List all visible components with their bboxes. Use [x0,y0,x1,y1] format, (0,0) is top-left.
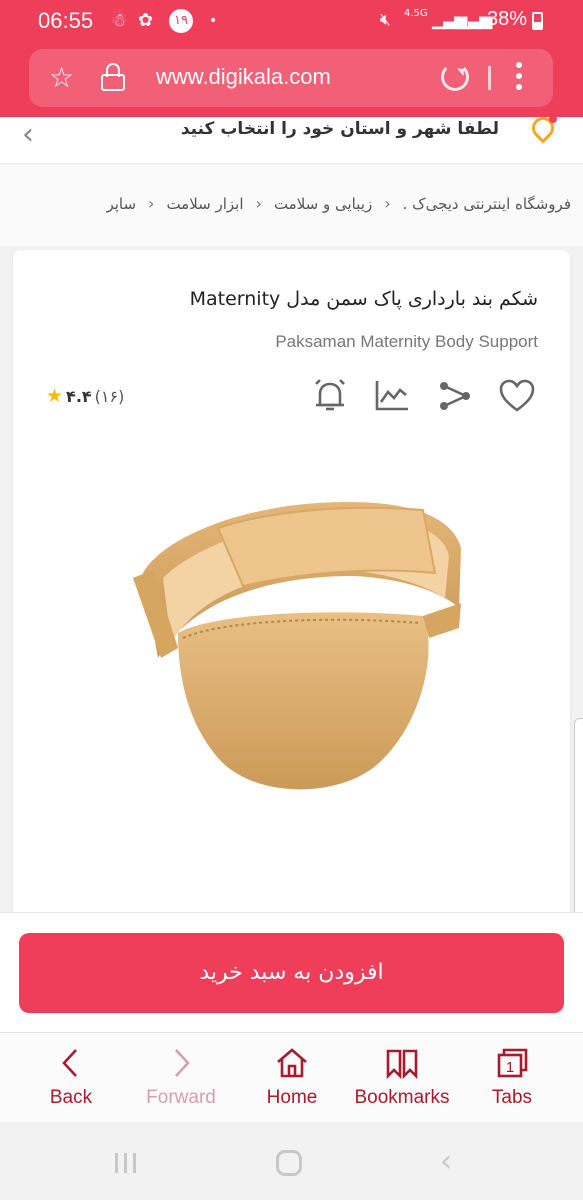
bookmarks-icon [347,1045,457,1081]
breadcrumb: فروشگاه اینترنتی دیجی‌ک . ‹ زیبایی و سلامت… [0,164,583,246]
home-circle-icon[interactable] [276,1150,302,1176]
back-label: Back [49,1087,93,1108]
scroll-handle[interactable] [574,718,583,940]
reload-icon[interactable] [441,63,469,91]
bell-icon[interactable] [311,378,349,414]
heart-icon[interactable] [498,378,536,414]
home-button[interactable]: Home [237,1045,347,1109]
breadcrumb-item-beauty[interactable]: زیبایی و سلامت [274,195,372,213]
forward-label: Forward [146,1087,216,1108]
status-time: 06:55 [38,8,94,33]
notification-badge: ۱۹ [169,9,193,33]
home-label: Home [266,1087,318,1108]
status-bar: 06:55 ☃ ✿ ۱۹ • 🔇︎ 4.5G ▁▃▅ ▁▃▅ 38% [0,0,583,42]
rating-score: ۴.۴ [66,387,92,406]
location-prompt[interactable]: لطفا شهر و استان خود را انتخاب کنید [181,119,499,139]
browser-bottom-bar: Back Forward Home Bookmarks 1 Tabs [0,1032,583,1122]
chevron-left-icon[interactable]: ‹ [22,117,34,152]
chevron-left-icon [16,1045,126,1081]
location-selector[interactable]: ‹ لطفا شهر و استان خود را انتخاب کنید [0,112,583,164]
battery-icon [532,12,543,30]
signal-icon-2: ▁▃▅ [457,10,492,30]
recent-apps-icon[interactable] [115,1153,137,1173]
product-rating: ★ ۴.۴ (۱۶) [46,385,124,407]
chevron-icon: ‹ [148,194,155,213]
back-button[interactable]: Back [16,1045,126,1109]
chevron-icon: ‹ [255,194,262,213]
app-icon: ✿ [138,10,154,31]
tabs-icon: 1 [457,1045,567,1081]
address-bar[interactable]: ☆ www.digikala.com [29,49,553,107]
chart-icon[interactable] [373,378,411,414]
breadcrumb-item-store[interactable]: فروشگاه اینترنتی دیجی‌ک . [403,195,571,213]
forward-button[interactable]: Forward [126,1045,236,1109]
notification-icon: ☃ [111,10,128,31]
rating-count: (۱۶) [94,387,125,406]
home-icon [237,1045,347,1081]
breadcrumb-item-support[interactable]: ساپر [106,195,136,213]
network-type: 4.5G [404,8,428,19]
share-icon[interactable] [436,378,474,414]
breadcrumb-item-health-tools[interactable]: ابزار سلامت [166,195,243,213]
tabs-count: 1 [506,1059,514,1076]
chevron-right-icon [126,1045,236,1081]
tabs-button[interactable]: 1 Tabs [457,1045,567,1109]
bookmarks-button[interactable]: Bookmarks [347,1045,457,1109]
location-pin-icon [527,112,559,145]
tabs-label: Tabs [491,1087,533,1108]
url-divider [488,66,491,90]
star-icon[interactable]: ☆ [49,61,74,94]
battery-percent: 38% [486,8,527,30]
add-to-cart-bar: افزودن به سبد خرید [0,912,583,1032]
mute-icon: 🔇︎ [380,10,391,30]
system-back-icon[interactable]: ‹ [440,1144,452,1179]
add-to-cart-button[interactable]: افزودن به سبد خرید [19,933,564,1013]
system-navigation-bar: ‹ [0,1122,583,1200]
lock-icon[interactable] [101,63,125,91]
star-icon: ★ [46,385,64,407]
product-image[interactable] [123,498,463,808]
url-text[interactable]: www.digikala.com [156,64,331,90]
dot-icon: • [209,13,218,29]
product-card: شکم بند بارداری پاک سمن مدل Maternity Pa… [13,250,570,920]
chevron-icon: ‹ [384,194,391,213]
bookmarks-label: Bookmarks [354,1087,450,1108]
product-subtitle: Paksaman Maternity Body Support [275,332,538,351]
more-menu-icon[interactable] [516,62,522,95]
product-title: شکم بند بارداری پاک سمن مدل Maternity [189,288,538,310]
